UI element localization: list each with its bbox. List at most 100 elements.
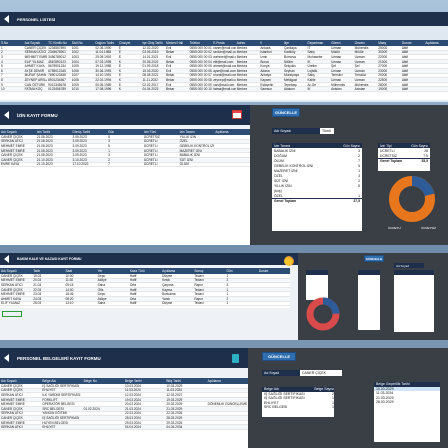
table-cell: Mühendis xyxy=(331,82,345,87)
column-header[interactable]: Bitiş Tarihi xyxy=(165,379,206,383)
table-cell: Müdür xyxy=(354,50,364,55)
name-select[interactable]: CANER ÇİÇEK xyxy=(300,370,342,376)
table-cell: ÖZEL xyxy=(179,139,188,144)
table-cell: 7 xyxy=(1,73,3,78)
column-header[interactable]: Açıklama xyxy=(424,41,448,45)
column-header[interactable]: TC Kimlik No xyxy=(47,41,71,45)
table-cell: DÖNEMLİK GÜNCELLEME xyxy=(207,402,248,407)
pivot-label: MAZERET İZNİ xyxy=(274,168,298,173)
selected-cell[interactable] xyxy=(2,311,22,317)
column-header[interactable]: Açıklama xyxy=(207,379,248,383)
accident-form-panel: BAKIM KALE VE KAZASI KAYIT FORMU Adı Soy… xyxy=(0,253,298,340)
list-item[interactable]: 28.03.2029 xyxy=(374,400,440,405)
back-arrow-icon[interactable] xyxy=(4,354,9,362)
table-cell: Aktif xyxy=(401,87,409,92)
column-header[interactable]: İşe Giriş Tarihi xyxy=(141,41,165,45)
table-cell: 1002 xyxy=(71,50,79,55)
column-header[interactable]: Maaş xyxy=(377,41,401,45)
update-button[interactable]: GÜNCELLE xyxy=(272,108,300,117)
column-header[interactable]: Durum xyxy=(258,269,290,273)
personnel-table: S.No Adı Soyadı TC Kimlik No Sicil No Doğum … xyxy=(0,40,448,100)
table-cell: 0555 000 00 04 xyxy=(189,59,212,64)
column-header[interactable]: Dönüş Tarihi xyxy=(71,130,107,134)
column-header[interactable]: Tarih xyxy=(32,269,64,273)
name-select[interactable]: Tümü xyxy=(320,128,334,134)
column-header[interactable]: İzin Tanımı xyxy=(179,130,215,134)
table-cell: 29.03.2025 xyxy=(166,420,183,425)
table-row[interactable]: EMRE KAYA 21.10.2023 17.10.2023 7 ÜCRETLİ ÖLÜ… xyxy=(0,162,250,168)
column-header[interactable]: Adres xyxy=(236,41,260,45)
pivot-label: İŞ SAĞLIĞI SERTİFİKASI xyxy=(264,396,305,401)
column-header[interactable]: Departman xyxy=(307,41,331,45)
column-header[interactable]: İzin Türü xyxy=(143,130,179,134)
table-cell: ZEYNEP ARSLAN xyxy=(24,77,48,82)
column-header[interactable]: Sicil No xyxy=(71,41,95,45)
table-cell: Uzman xyxy=(354,77,365,82)
column-header[interactable]: Açıklama xyxy=(214,130,250,134)
table-cell: 05.05.1989 xyxy=(95,82,112,87)
update-button[interactable]: GÜNCELLE xyxy=(364,255,384,262)
table-cell: 8 xyxy=(1,77,3,82)
column-header[interactable]: Adı Soyadı xyxy=(24,41,48,45)
table-cell: 11:30 xyxy=(65,278,74,283)
pivot-header-label: İzin Tipi xyxy=(380,143,392,148)
column-header[interactable]: Adı Soyadı xyxy=(0,130,36,134)
back-arrow-icon[interactable] xyxy=(4,15,9,23)
table-cell: Aktif xyxy=(401,59,409,64)
pivot-value: 2 xyxy=(358,178,360,183)
table-row[interactable]: ELİF YILMAZ 25.03 13:10 Saha Hafif Düşme Tedav… xyxy=(0,301,290,307)
table-cell: Aktif xyxy=(401,77,409,82)
legend-paid: ÜCRETLİ xyxy=(388,226,401,230)
table-cell: MEHMET EMRE xyxy=(1,420,25,425)
column-header[interactable]: İzin Tarihi xyxy=(36,130,72,134)
column-header[interactable]: S.No xyxy=(0,41,24,45)
column-header[interactable]: Ünvanı xyxy=(354,41,378,45)
table-cell: 19000 xyxy=(378,87,388,92)
table-cell: Bekar xyxy=(166,59,175,64)
column-header[interactable]: Belge Adı xyxy=(41,379,82,383)
column-header[interactable]: Saat xyxy=(64,269,96,273)
column-header[interactable]: İlçe xyxy=(283,41,307,45)
table-cell: Hafif xyxy=(129,278,137,283)
back-arrow-icon[interactable] xyxy=(4,111,9,119)
column-header[interactable]: Gün xyxy=(226,269,258,273)
table-cell: 23000 xyxy=(378,68,388,73)
column-header[interactable]: E-Posta xyxy=(212,41,236,45)
table-cell: AHMET KAYA xyxy=(1,296,22,301)
back-arrow-icon[interactable] xyxy=(4,255,9,263)
table-cell: 20.03.2024 xyxy=(124,402,141,407)
table-cell: 1008 xyxy=(71,77,79,82)
column-header[interactable]: Kaza Türü xyxy=(129,269,161,273)
table-cell: Tepebaşı xyxy=(283,82,297,87)
table-cell: 9012345678 xyxy=(48,82,66,87)
column-header[interactable]: Yer xyxy=(97,269,129,273)
table-cell: fatma@mail.com xyxy=(213,87,236,92)
table-cell: 17.08.1996 xyxy=(95,87,112,92)
table-cell: 21.08.2023 xyxy=(36,143,53,148)
pivot-value: 1 xyxy=(332,396,334,401)
table-cell: ÜCRETLİ xyxy=(143,162,158,167)
column-header[interactable]: Belge Tarihi xyxy=(124,379,165,383)
column-header[interactable]: Sonuç xyxy=(193,269,225,273)
table-cell: CANER ÇİÇEK xyxy=(1,287,23,292)
column-header[interactable]: Belge No xyxy=(83,379,124,383)
table-cell: Adana xyxy=(260,68,270,73)
column-header[interactable]: Gün xyxy=(107,130,143,134)
column-header[interactable]: Açıklama xyxy=(161,269,193,273)
column-header[interactable]: Görevi xyxy=(330,41,354,45)
table-row[interactable]: 10 FATMA KOÇ 0123456789 1010 17.08.1996 K 04.0… xyxy=(0,87,448,92)
table-cell: 04.04.2023 xyxy=(142,87,159,92)
update-button[interactable]: GÜNCELLE xyxy=(262,352,296,361)
column-header[interactable]: Doğum Tarihi xyxy=(94,41,118,45)
table-cell: 27000 xyxy=(378,64,388,69)
table-cell: 25000 xyxy=(378,45,388,50)
column-header[interactable]: İl xyxy=(259,41,283,45)
column-header[interactable]: Adı Soyadı xyxy=(0,269,32,273)
column-header[interactable]: Adı Soyadı xyxy=(0,379,41,383)
table-row[interactable]: SERKAN ATICI EHLİYET 04.04.2024 04.04.2034 xyxy=(0,425,248,430)
column-header[interactable]: Telefon xyxy=(189,41,213,45)
column-header[interactable]: Medeni Hali xyxy=(165,41,189,45)
column-header[interactable]: Durum xyxy=(401,41,425,45)
column-header[interactable]: Cinsiyet xyxy=(118,41,142,45)
table-cell: 21.03 xyxy=(33,282,42,287)
